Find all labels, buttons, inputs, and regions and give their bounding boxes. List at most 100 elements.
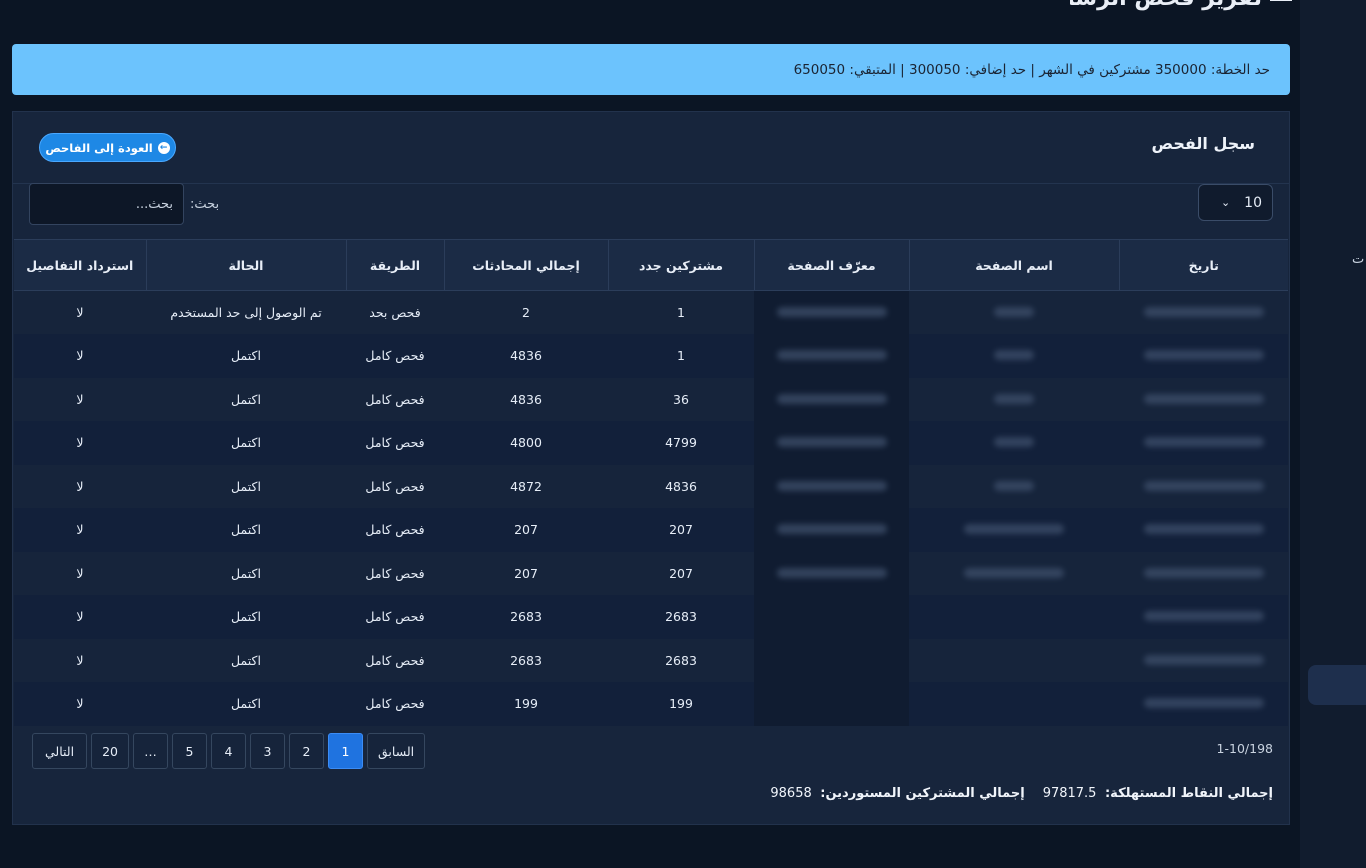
redacted-page-name	[994, 393, 1034, 404]
col-header-page-id[interactable]: معرّف الصفحة	[753, 239, 909, 291]
cell-status: اكتمل	[146, 638, 346, 682]
cell-page-id	[754, 334, 909, 378]
cell-new-subscribers: 2683	[608, 638, 754, 682]
redacted-page-id	[776, 393, 887, 404]
report-icon	[1270, 0, 1292, 1]
redacted-page-name	[964, 524, 1064, 535]
page-button-20[interactable]: 20	[91, 733, 129, 769]
search-label: بحث:	[190, 196, 220, 212]
cell-page-id	[754, 638, 909, 682]
cell-page-name	[909, 464, 1119, 508]
page-length-value: 10	[1244, 194, 1262, 211]
col-header-total-conversations[interactable]: إجمالي المحادثات	[443, 239, 608, 291]
page-button-5[interactable]: 5	[172, 733, 207, 769]
col-header-status[interactable]: الحالة	[145, 239, 346, 291]
page-button-2[interactable]: 2	[289, 733, 324, 769]
sidebar-stub-text: ت	[1352, 252, 1365, 267]
page-heading: تقرير فحص الرسائل	[1070, 0, 1292, 12]
col-header-method[interactable]: الطريقة	[345, 239, 444, 291]
scan-log-card: سجل الفحص ← العودة إلى الفاحص ⌄ 10 بحث: …	[12, 111, 1290, 825]
redacted-page-id	[776, 307, 887, 317]
next-page-button[interactable]: التالي	[32, 733, 88, 769]
col-header-refund-details[interactable]: استرداد التفاصيل	[14, 239, 146, 291]
cell-total-conversations: 207	[444, 551, 608, 595]
page-heading-text: تقرير فحص الرسائل	[1070, 0, 1262, 11]
cell-new-subscribers: 4836	[608, 464, 754, 508]
table-info: 1-10/198	[1216, 741, 1273, 756]
cell-method: فحص كامل	[346, 421, 444, 465]
cell-total-conversations: 2	[444, 290, 608, 334]
redacted-page-name	[994, 307, 1034, 317]
redacted-page-id	[776, 524, 887, 535]
total-points: إجمالي النقاط المستهلكة: 97817.5	[1043, 786, 1273, 801]
cell-date	[1119, 595, 1288, 639]
cell-page-name	[909, 551, 1119, 595]
cell-method: فحص كامل	[346, 551, 444, 595]
cell-status: اكتمل	[146, 595, 346, 639]
totals-summary: إجمالي النقاط المستهلكة: 97817.5 إجمالي …	[770, 786, 1273, 801]
redacted-date	[1143, 698, 1264, 709]
cell-method: فحص كامل	[346, 638, 444, 682]
cell-refund-details: لا	[14, 377, 146, 421]
prev-page-button[interactable]: السابق	[367, 733, 426, 769]
cell-refund-details: لا	[14, 464, 146, 508]
col-header-date[interactable]: تاريخ	[1118, 239, 1288, 291]
cell-refund-details: لا	[14, 290, 146, 334]
cell-page-name	[909, 682, 1119, 726]
redacted-date	[1143, 350, 1264, 361]
cell-page-name	[909, 638, 1119, 682]
cell-refund-details: لا	[14, 421, 146, 465]
cell-page-id	[754, 421, 909, 465]
cell-date	[1119, 682, 1288, 726]
total-subscribers-value: 98658	[770, 786, 812, 801]
cell-page-id	[754, 508, 909, 552]
page-button-1[interactable]: 1	[328, 733, 363, 769]
redacted-date	[1143, 393, 1264, 404]
table-row: 207 207 فحص كامل اكتمل لا	[14, 508, 1288, 552]
cell-method: فحص كامل	[346, 334, 444, 378]
cell-refund-details: لا	[14, 508, 146, 552]
col-header-new-subscribers[interactable]: مشتركين جدد	[607, 239, 754, 291]
redacted-date	[1143, 480, 1264, 491]
cell-method: فحص بحد	[346, 290, 444, 334]
cell-method: فحص كامل	[346, 508, 444, 552]
col-header-page-name[interactable]: اسم الصفحة	[908, 239, 1119, 291]
cell-date	[1119, 551, 1288, 595]
cell-method: فحص كامل	[346, 595, 444, 639]
scan-log-table: تاريخ اسم الصفحة معرّف الصفحة مشتركين جد…	[14, 239, 1288, 726]
redacted-page-name	[994, 480, 1034, 491]
sidebar-active-item[interactable]	[1308, 665, 1366, 705]
cell-page-name	[909, 595, 1119, 639]
plan-limit-banner: حد الخطة: 350000 مشتركين في الشهر | حد إ…	[12, 44, 1290, 95]
redacted-page-name	[994, 350, 1034, 361]
cell-page-id	[754, 595, 909, 639]
cell-new-subscribers: 36	[608, 377, 754, 421]
cell-refund-details: لا	[14, 334, 146, 378]
search-input[interactable]	[29, 183, 184, 225]
redacted-page-id	[776, 437, 887, 448]
cell-total-conversations: 4800	[444, 421, 608, 465]
table-header-row: تاريخ اسم الصفحة معرّف الصفحة مشتركين جد…	[14, 239, 1288, 291]
cell-status: اكتمل	[146, 421, 346, 465]
redacted-date	[1143, 437, 1264, 448]
cell-page-name	[909, 334, 1119, 378]
page-button-4[interactable]: 4	[211, 733, 246, 769]
page-length-select[interactable]: ⌄ 10	[1198, 184, 1273, 221]
cell-refund-details: لا	[14, 595, 146, 639]
redacted-page-id	[776, 480, 887, 491]
table-row: 4836 4872 فحص كامل اكتمل لا	[14, 464, 1288, 508]
cell-page-id	[754, 551, 909, 595]
back-to-checker-button[interactable]: ← العودة إلى الفاحص	[39, 133, 176, 162]
cell-total-conversations: 4836	[444, 334, 608, 378]
cell-page-id	[754, 290, 909, 334]
plan-limit-text: حد الخطة: 350000 مشتركين في الشهر | حد إ…	[793, 61, 1270, 78]
table-row: 207 207 فحص كامل اكتمل لا	[14, 551, 1288, 595]
page-button-3[interactable]: 3	[250, 733, 285, 769]
right-sidebar	[1300, 0, 1366, 868]
cell-total-conversations: 199	[444, 682, 608, 726]
cell-status: اكتمل	[146, 334, 346, 378]
cell-refund-details: لا	[14, 551, 146, 595]
cell-total-conversations: 4836	[444, 377, 608, 421]
cell-date	[1119, 290, 1288, 334]
cell-total-conversations: 2683	[444, 595, 608, 639]
